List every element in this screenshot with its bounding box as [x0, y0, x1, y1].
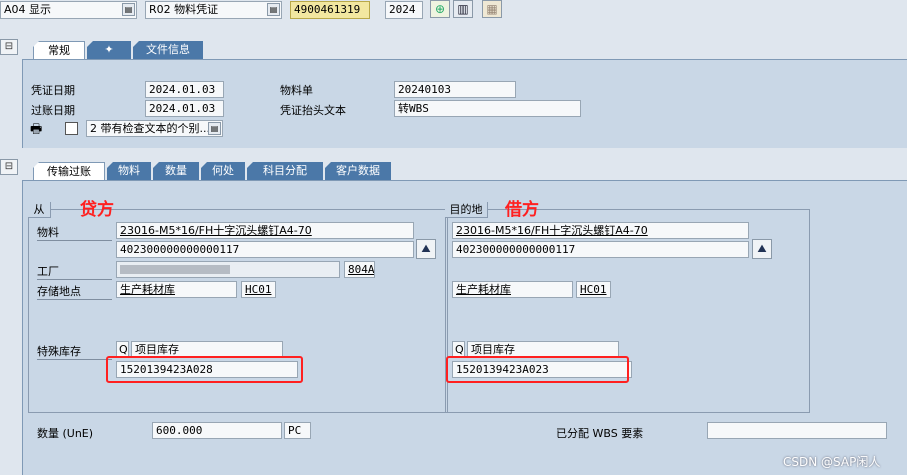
image-icon[interactable]: ⛰	[416, 239, 436, 259]
material-slip-label: 物料单	[280, 84, 313, 97]
tab-where[interactable]: 何处	[201, 162, 245, 180]
to-storage-location-desc: 生产耗材库	[452, 281, 573, 298]
print-checkbox[interactable]	[65, 122, 78, 135]
tab-partner[interactable]: ✦	[87, 41, 131, 59]
to-group-title: 目的地	[445, 202, 488, 218]
to-material-number[interactable]: 402300000000000117	[452, 241, 749, 258]
collapse-item-button[interactable]: ⊟	[0, 159, 18, 175]
credit-annotation: 贷方	[80, 200, 114, 220]
from-wbs-highlight	[106, 356, 303, 383]
dropdown-icon[interactable]: ▤	[267, 3, 280, 16]
display-icon[interactable]: ▥	[453, 0, 473, 18]
doc-date-field[interactable]: 2024.01.03	[145, 81, 224, 98]
plant-label: 工厂	[37, 264, 112, 280]
header-text-label: 凭证抬头文本	[280, 104, 346, 117]
quantity-field[interactable]: 600.000	[152, 422, 282, 439]
assigned-wbs-field[interactable]	[707, 422, 887, 439]
blurred-plant-name	[120, 265, 230, 274]
tab-general[interactable]: 常规	[33, 41, 85, 59]
from-storage-location-desc: 生产耗材库	[116, 281, 237, 298]
debit-annotation: 借方	[505, 200, 539, 220]
from-storage-location-code[interactable]: HC01	[241, 281, 276, 298]
unit-field[interactable]: PC	[284, 422, 311, 439]
print-option-value: 2 带有检查文本的个别...	[90, 122, 210, 135]
action-select[interactable]: A04 显示 ▤	[0, 1, 137, 19]
execute-icon[interactable]: ⊕	[430, 0, 450, 18]
tab-material[interactable]: 物料	[107, 162, 151, 180]
quantity-label: 数量 (UnE)	[37, 427, 94, 440]
tab-account-assignment[interactable]: 科目分配	[247, 162, 323, 180]
people-icon: ✦	[104, 43, 114, 56]
to-material-desc: 23016-M5*16/FH十字沉头螺钉A4-70	[452, 222, 749, 239]
post-date-field[interactable]: 2024.01.03	[145, 100, 224, 117]
material-label: 物料	[37, 225, 112, 241]
to-wbs-highlight	[446, 356, 629, 383]
reference-select[interactable]: R02 物料凭证 ▤	[145, 1, 282, 19]
special-stock-label: 特殊库存	[37, 344, 112, 360]
image-icon[interactable]: ⛰	[752, 239, 772, 259]
plant-name-field	[116, 261, 340, 278]
year-value: 2024	[389, 3, 416, 16]
reference-select-value: R02 物料凭证	[149, 3, 219, 16]
plant-code-field[interactable]: 804A	[344, 261, 375, 278]
tab-transfer-posting[interactable]: 传输过账	[33, 162, 105, 180]
header-tabstrip: 常规 ✦ 文件信息	[33, 41, 233, 59]
from-group-title: 从	[28, 202, 51, 218]
dropdown-icon[interactable]: ▤	[208, 122, 221, 135]
material-slip-field[interactable]: 20240103	[394, 81, 516, 98]
watermark: CSDN @SAP闲人	[783, 455, 881, 469]
print-option-select[interactable]: 2 带有检查文本的个别... ▤	[86, 120, 223, 137]
item-tabstrip: 传输过账 物料 数量 何处 科目分配 客户数据	[33, 162, 433, 180]
header-text-field[interactable]: 转WBS	[394, 100, 581, 117]
storage-location-label: 存储地点	[37, 284, 112, 300]
doc-number-input[interactable]: 4900461319	[290, 1, 370, 19]
doc-number-value: 4900461319	[294, 3, 361, 16]
to-storage-location-code[interactable]: HC01	[576, 281, 611, 298]
collapse-header-button[interactable]: ⊟	[0, 39, 18, 55]
year-input[interactable]: 2024	[385, 1, 423, 19]
from-material-number[interactable]: 402300000000000117	[116, 241, 414, 258]
dropdown-icon[interactable]: ▤	[122, 3, 135, 16]
doc-date-label: 凭证日期	[31, 84, 75, 97]
tab-customer-data[interactable]: 客户数据	[325, 162, 391, 180]
printer-icon: 🖶	[30, 122, 43, 137]
assigned-wbs-label: 已分配 WBS 要素	[556, 427, 644, 440]
tab-quantity[interactable]: 数量	[153, 162, 199, 180]
post-date-label: 过账日期	[31, 104, 75, 117]
tab-doc-info[interactable]: 文件信息	[133, 41, 203, 59]
from-material-desc: 23016-M5*16/FH十字沉头螺钉A4-70	[116, 222, 414, 239]
action-select-value: A04 显示	[4, 3, 52, 16]
grid-icon[interactable]: ▦	[482, 0, 502, 18]
